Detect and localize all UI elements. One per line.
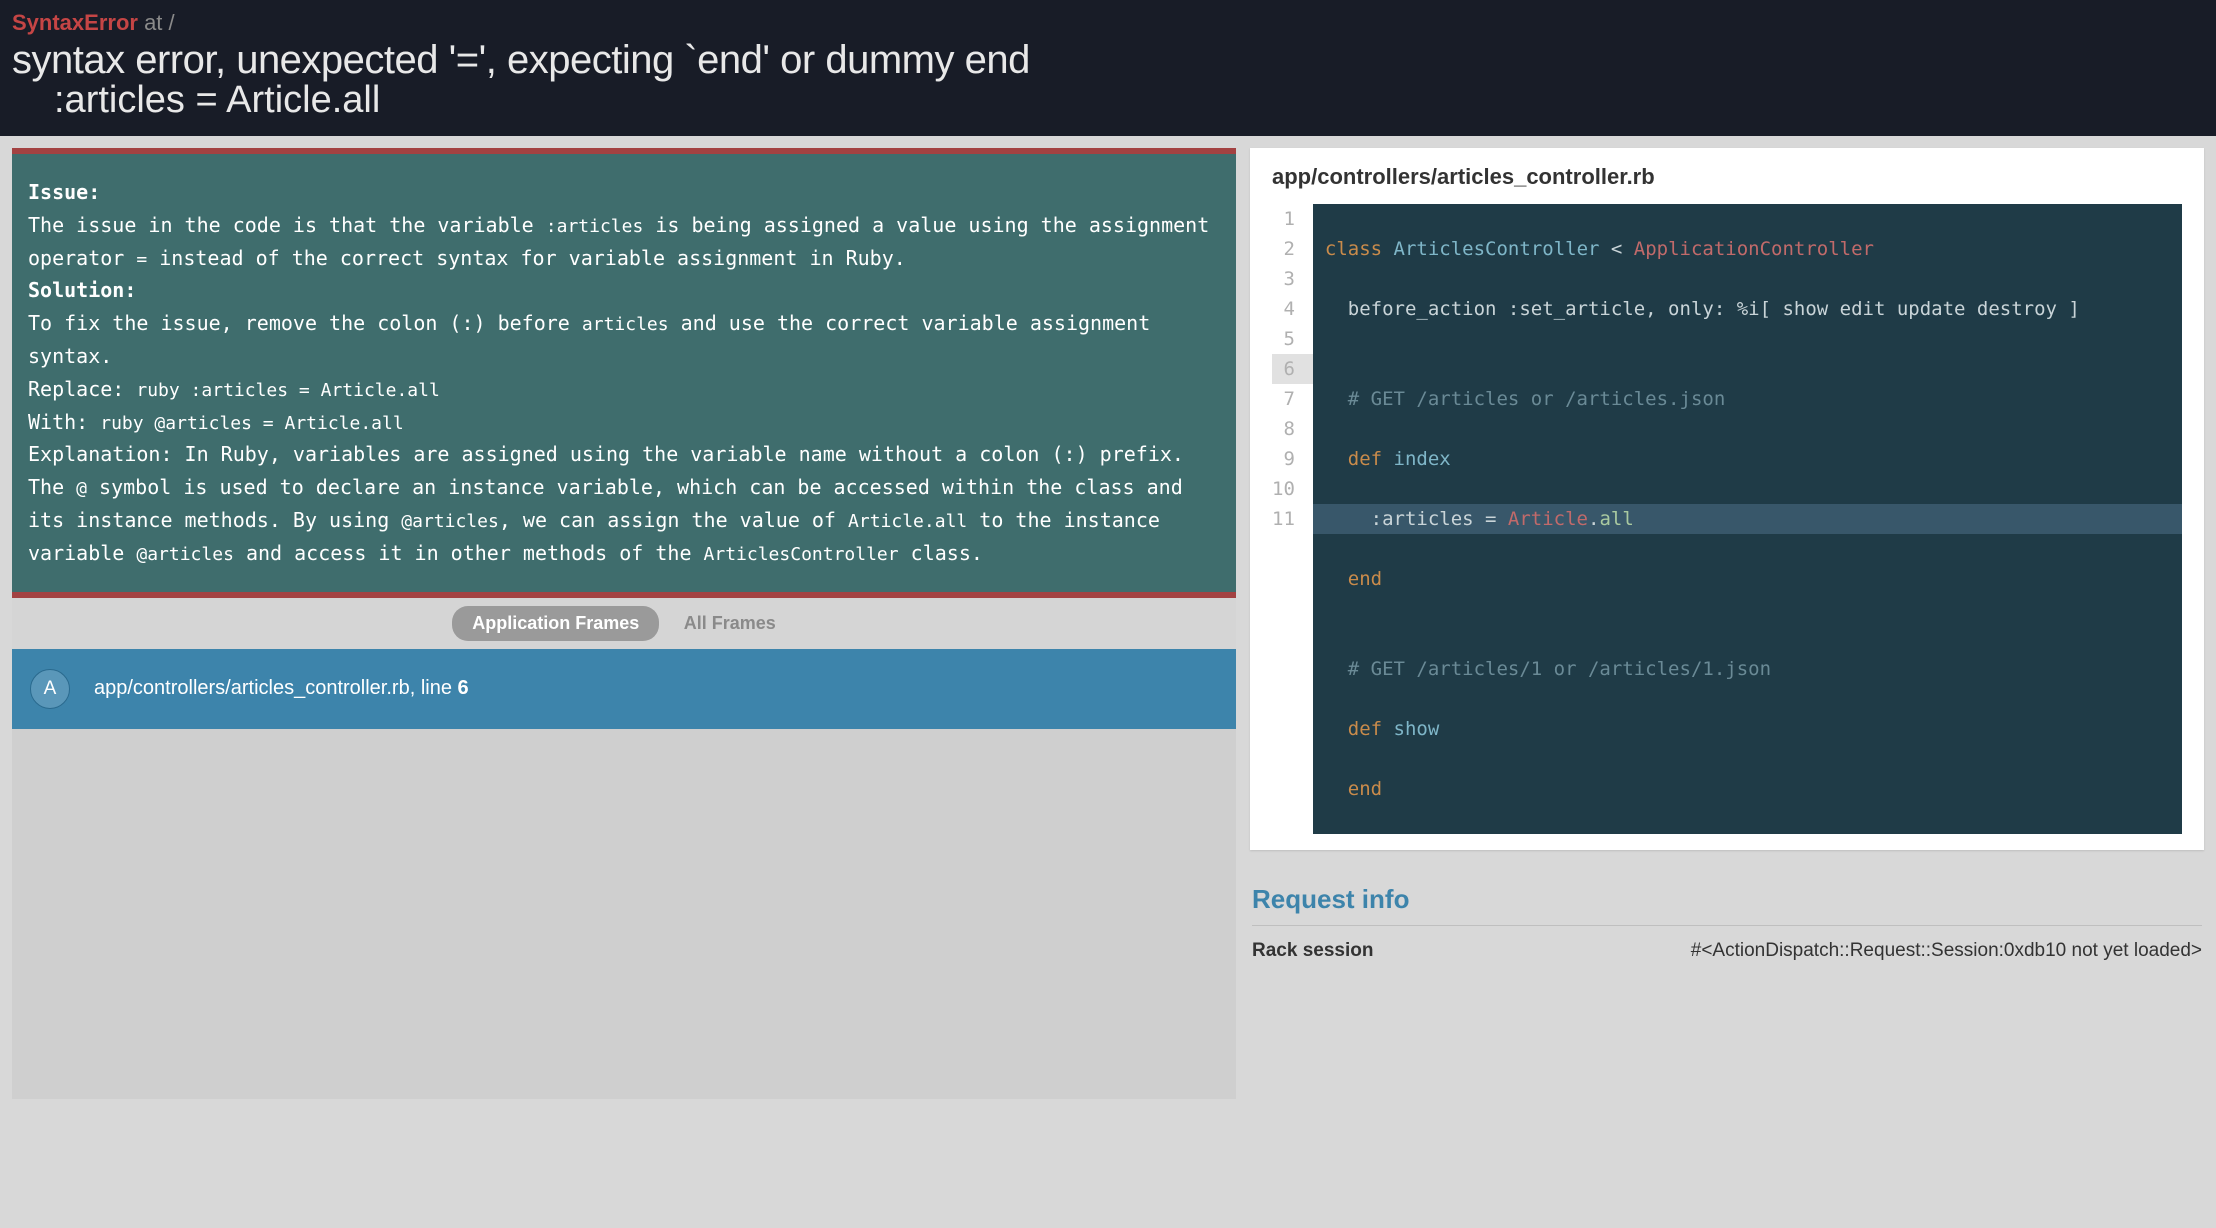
issue-code-1: :articles [546, 216, 644, 237]
solution-label: Solution: [28, 278, 136, 302]
empty-stack-area [12, 729, 1236, 1099]
code-tok: Article [1508, 508, 1588, 530]
replace-label: Replace: [28, 377, 136, 401]
code-tok: ApplicationController [1634, 238, 1874, 260]
code-line: end [1313, 774, 2182, 804]
replace-code: ruby :articles = Article.all [136, 380, 439, 401]
request-row-rack-session: Rack session #<ActionDispatch::Request::… [1252, 940, 2202, 962]
error-at-label: at [138, 10, 169, 35]
gutter-line: 1 [1283, 208, 1294, 230]
rack-session-label: Rack session [1252, 940, 1542, 962]
gutter-line: 11 [1272, 508, 1295, 530]
code-tok: all [1599, 508, 1633, 530]
gutter-line: 3 [1283, 268, 1294, 290]
code-tok: < [1599, 238, 1633, 260]
stack-frame[interactable]: A app/controllers/articles_controller.rb… [12, 649, 1236, 729]
issue-label: Issue: [28, 180, 100, 204]
tab-all-frames[interactable]: All Frames [664, 606, 796, 641]
code-tok: :articles = [1325, 508, 1508, 530]
explanation-code-4: @articles [136, 544, 234, 565]
explanation-text-6: class. [899, 541, 983, 565]
frame-line-number: 6 [458, 677, 469, 699]
gutter-line: 7 [1283, 388, 1294, 410]
error-title-line: SyntaxError at / [12, 10, 2204, 36]
request-info-section: Request info Rack session #<ActionDispat… [1250, 884, 2204, 962]
content-area: Issue: The issue in the code is that the… [0, 136, 2216, 1111]
solution-code-1: articles [582, 314, 669, 335]
explanation-label: Explanation: [28, 442, 185, 466]
error-snippet: :articles = Article.all [54, 79, 2204, 122]
explanation-text-3: , we can assign the value of [499, 508, 848, 532]
issue-code-2: = [136, 249, 147, 270]
code-line-highlighted: :articles = Article.all [1313, 504, 2182, 534]
code-tok: index [1382, 448, 1451, 470]
solution-text-1: To fix the issue, remove the colon (:) b… [28, 311, 582, 335]
explanation-code-3: Article.all [848, 511, 967, 532]
error-header: SyntaxError at / syntax error, unexpecte… [0, 0, 2216, 136]
with-code: ruby @articles = Article.all [100, 413, 403, 434]
left-panel: Issue: The issue in the code is that the… [12, 148, 1236, 1099]
divider [1252, 925, 2202, 926]
code-line-comment: # GET /articles/1 or /articles/1.json [1313, 654, 2182, 684]
line-gutter: 1 2 3 4 5 6 7 8 9 10 11 [1272, 204, 1313, 834]
gutter-line: 4 [1283, 298, 1294, 320]
gutter-line: 10 [1272, 478, 1295, 500]
code-tok: . [1588, 508, 1599, 530]
code-tok: def [1325, 448, 1382, 470]
explanation-code-1: @ [76, 478, 87, 499]
code-file-path: app/controllers/articles_controller.rb [1272, 164, 2182, 190]
right-panel: app/controllers/articles_controller.rb 1… [1250, 148, 2204, 1099]
frame-icon-letter: A [44, 678, 57, 700]
code-lines[interactable]: class ArticlesController < ApplicationCo… [1313, 204, 2182, 834]
gutter-line: 9 [1283, 448, 1294, 470]
tab-application-frames[interactable]: Application Frames [452, 606, 659, 641]
explanation-box: Issue: The issue in the code is that the… [12, 148, 1236, 598]
explanation-code-2: @articles [401, 511, 499, 532]
frame-tabs: Application Frames All Frames [12, 598, 1236, 649]
code-block: 1 2 3 4 5 6 7 8 9 10 11 class ArticlesCo… [1272, 204, 2182, 834]
gutter-line: 5 [1283, 328, 1294, 350]
code-line: end [1313, 564, 2182, 594]
frame-icon: A [30, 669, 70, 709]
with-label: With: [28, 410, 100, 434]
issue-text-3: instead of the correct syntax for variab… [147, 246, 906, 270]
frame-line-label: , line [410, 677, 458, 699]
code-line-comment: # GET /articles or /articles.json [1313, 384, 2182, 414]
gutter-line: 8 [1283, 418, 1294, 440]
request-info-title: Request info [1252, 884, 2202, 925]
error-message: syntax error, unexpected '=', expecting … [12, 38, 2204, 83]
code-tok: class [1325, 238, 1382, 260]
code-tok: def [1325, 718, 1382, 740]
explanation-code-5: ArticlesController [704, 544, 899, 565]
rack-session-value: #<ActionDispatch::Request::Session:0xdb1… [1691, 940, 2202, 962]
code-tok: ArticlesController [1394, 238, 1600, 260]
code-tok: show [1382, 718, 1439, 740]
code-line: before_action :set_article, only: %i[ sh… [1313, 294, 2182, 324]
error-path: / [169, 10, 175, 35]
frame-file: app/controllers/articles_controller.rb [94, 677, 410, 699]
gutter-line-highlighted: 6 [1272, 354, 1313, 384]
gutter-line: 2 [1283, 238, 1294, 260]
frame-text: app/controllers/articles_controller.rb, … [94, 677, 469, 700]
code-viewer: app/controllers/articles_controller.rb 1… [1250, 148, 2204, 850]
error-type: SyntaxError [12, 10, 138, 35]
explanation-text-5: and access it in other methods of the [234, 541, 704, 565]
issue-text-1: The issue in the code is that the variab… [28, 213, 546, 237]
